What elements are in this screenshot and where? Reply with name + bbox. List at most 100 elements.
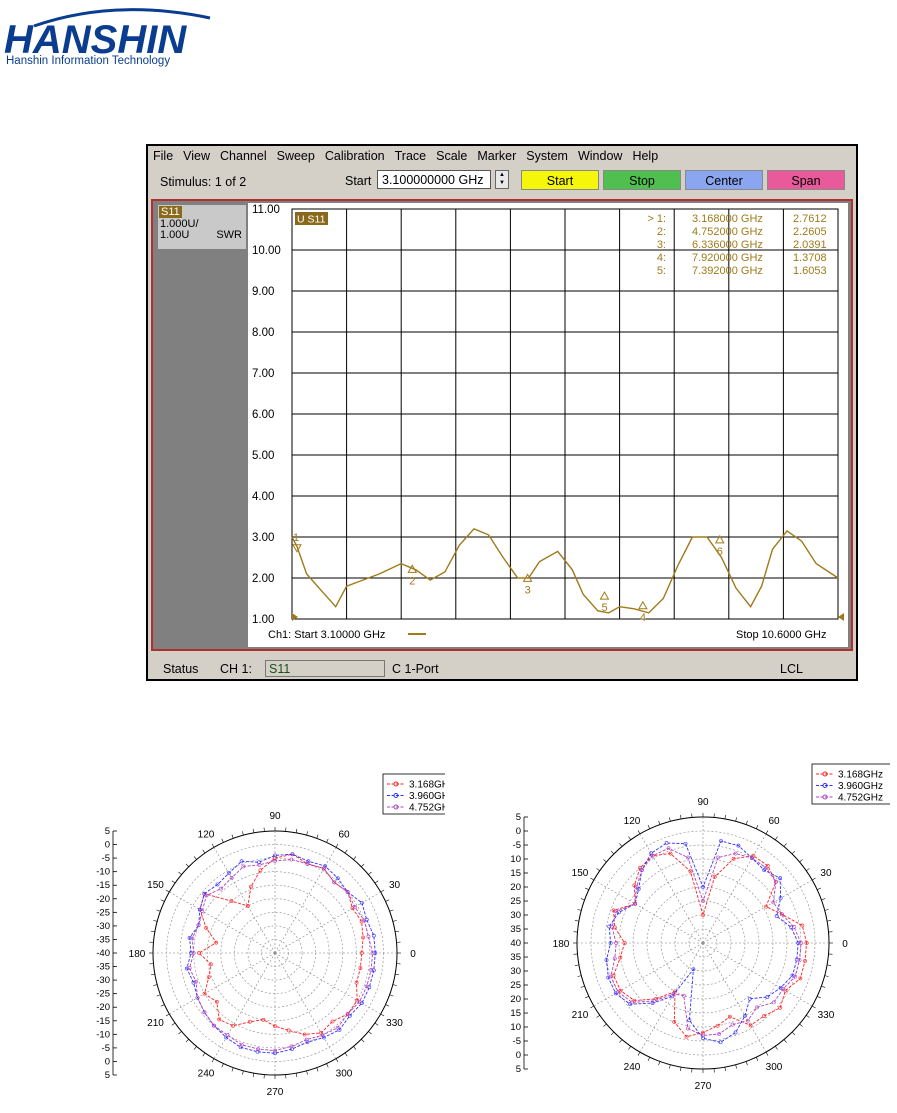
polar-tick bbox=[775, 1046, 778, 1050]
angle-label: 180 bbox=[553, 939, 570, 950]
polar-tick bbox=[610, 850, 615, 855]
menu-item-sweep[interactable]: Sweep bbox=[272, 149, 320, 163]
marker-table-value: 2.0391 bbox=[793, 239, 827, 251]
legend-label: 3.168GHz bbox=[409, 780, 445, 791]
polar-tick bbox=[628, 1046, 631, 1050]
polar-tick bbox=[669, 817, 671, 822]
polar-tick bbox=[735, 817, 737, 822]
menu-item-trace[interactable]: Trace bbox=[390, 149, 432, 163]
trace-panel[interactable]: S11 1.000U/ 1.00U SWR bbox=[158, 205, 246, 249]
y-tick-label: 3.00 bbox=[252, 532, 274, 544]
polar-tick bbox=[380, 889, 385, 893]
stop-button[interactable]: Stop bbox=[603, 170, 681, 190]
polar-tick bbox=[585, 995, 589, 999]
polar-tick bbox=[231, 1067, 234, 1072]
marker-table-label: 2: bbox=[657, 226, 666, 238]
cal-mode: C 1-Port bbox=[392, 662, 439, 676]
polar-tick bbox=[791, 850, 796, 855]
polar-tick bbox=[827, 920, 832, 922]
status-bar: Status CH 1: S11 C 1-Port LCL bbox=[148, 658, 856, 680]
menu-item-view[interactable]: View bbox=[178, 149, 215, 163]
radial-label: -40 bbox=[96, 948, 110, 959]
legend-label: 3.168GHz bbox=[838, 770, 883, 781]
status-measurement-field[interactable]: S11 bbox=[265, 660, 385, 677]
polar-tick bbox=[619, 843, 623, 847]
y-tick-label: 4.00 bbox=[252, 491, 274, 503]
angle-label: 150 bbox=[147, 880, 164, 891]
data-point bbox=[733, 1030, 738, 1035]
legend-label: 4.752GHz bbox=[409, 803, 445, 814]
polar-tick bbox=[596, 1015, 600, 1018]
polar-tick bbox=[824, 975, 829, 977]
radial-label: -20 bbox=[510, 994, 521, 1005]
menu-item-help[interactable]: Help bbox=[627, 149, 663, 163]
polar-tick bbox=[574, 964, 579, 966]
angle-label: 0 bbox=[842, 939, 848, 950]
start-frequency-input[interactable] bbox=[377, 170, 491, 189]
angle-label: 300 bbox=[336, 1069, 353, 1080]
radial-label: -25 bbox=[510, 896, 521, 907]
polar-tick bbox=[316, 834, 319, 839]
polar-tick bbox=[755, 1057, 759, 1061]
data-point bbox=[347, 1013, 352, 1018]
polar-tick bbox=[669, 1064, 671, 1069]
menu-item-system[interactable]: System bbox=[521, 149, 573, 163]
trace-format: SWR bbox=[216, 229, 242, 241]
marker-table-label: 3: bbox=[657, 239, 666, 251]
menu-item-window[interactable]: Window bbox=[573, 149, 627, 163]
polar-tick bbox=[791, 1031, 796, 1036]
polar-tick bbox=[395, 930, 400, 933]
radial-label: -10 bbox=[96, 867, 110, 878]
polar-tick bbox=[150, 930, 155, 933]
polar-tick bbox=[211, 843, 215, 848]
polar-tick bbox=[361, 863, 365, 867]
radiation-pattern-left: 0 30 60 90 120 150 180 210 240 270 300 330 5 5 0 0 -5 -5 -… bbox=[96, 773, 445, 1098]
marker-table-freq: 7.392000 GHz bbox=[692, 265, 763, 277]
start-button[interactable]: Start bbox=[521, 170, 599, 190]
stimulus-toolbar: Stimulus: 1 of 2 Start ▲▼ Start Stop Cen… bbox=[148, 167, 856, 195]
radial-label: -15 bbox=[96, 880, 110, 891]
marker-4 bbox=[638, 600, 648, 610]
angle-label: 90 bbox=[697, 797, 709, 808]
angle-label: 300 bbox=[766, 1062, 783, 1073]
polar-tick bbox=[637, 830, 641, 835]
polar-tick bbox=[165, 1013, 170, 1017]
start-spinner[interactable]: ▲ ▼ bbox=[495, 170, 509, 189]
polar-tick bbox=[153, 920, 158, 922]
polar-tick bbox=[806, 1015, 810, 1018]
polar-tick bbox=[242, 831, 244, 836]
menu-item-calibration[interactable]: Calibration bbox=[320, 149, 390, 163]
polar-tick bbox=[628, 836, 631, 840]
polar-tick bbox=[368, 1031, 372, 1035]
polar-tick bbox=[596, 868, 600, 871]
polar-tick bbox=[574, 920, 579, 922]
angle-label: 330 bbox=[818, 1010, 835, 1021]
polar-tick bbox=[385, 899, 390, 902]
trace-tag: U S11 bbox=[297, 214, 326, 226]
angle-label: 330 bbox=[386, 1018, 403, 1029]
polar-tick bbox=[221, 1063, 224, 1068]
center-button[interactable]: Center bbox=[685, 170, 763, 190]
marker-table-value: 1.3708 bbox=[793, 252, 827, 264]
menu-item-marker[interactable]: Marker bbox=[472, 149, 521, 163]
angle-label: 90 bbox=[269, 811, 281, 822]
polar-tick bbox=[153, 984, 158, 986]
polar-tick bbox=[374, 1022, 379, 1026]
radial-label: -35 bbox=[96, 934, 110, 945]
angle-label: 210 bbox=[147, 1018, 164, 1029]
lcl-indicator: LCL bbox=[780, 662, 803, 676]
menu-item-channel[interactable]: Channel bbox=[215, 149, 272, 163]
polar-tick bbox=[647, 825, 651, 829]
polar-tick bbox=[783, 1039, 787, 1043]
menu-item-scale[interactable]: Scale bbox=[431, 149, 472, 163]
radial-label: 0 bbox=[105, 840, 110, 851]
polar-tick bbox=[395, 973, 400, 976]
menu-item-file[interactable]: File bbox=[148, 149, 178, 163]
polar-tick bbox=[295, 828, 298, 833]
radial-label: -25 bbox=[96, 907, 110, 918]
polar-tick bbox=[590, 1005, 595, 1009]
span-button[interactable]: Span bbox=[767, 170, 845, 190]
radial-label: -40 bbox=[510, 938, 521, 949]
polar-tick bbox=[156, 909, 161, 912]
polar-tick bbox=[735, 1064, 737, 1069]
